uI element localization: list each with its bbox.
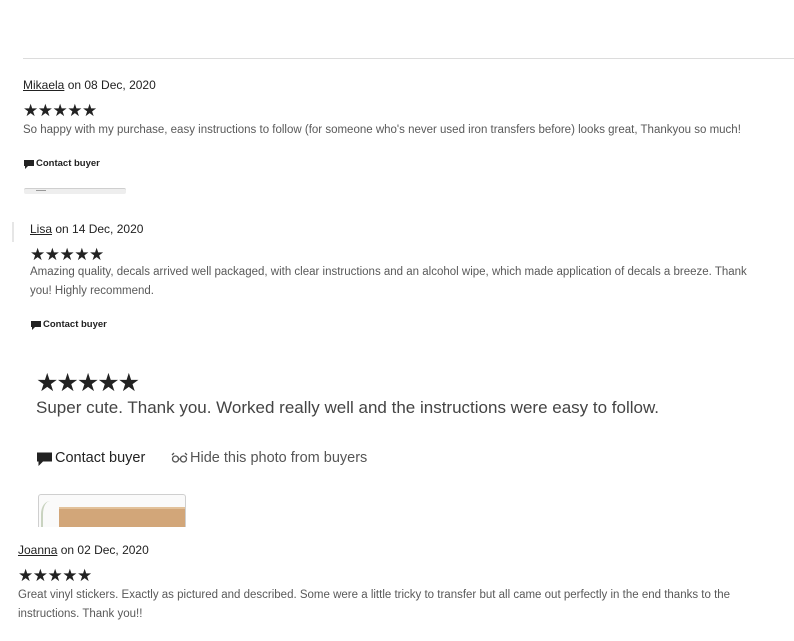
star-rating: ★★★★★ xyxy=(23,101,97,120)
eye-slash-icon xyxy=(171,452,188,463)
review-photo-thumbnail[interactable] xyxy=(24,188,126,194)
featured-contact-buyer-button[interactable]: Contact buyer xyxy=(37,450,145,466)
review-photo[interactable] xyxy=(38,494,186,527)
review-meta: Joanna on 02 Dec, 2020 xyxy=(18,543,149,557)
contact-buyer-button[interactable]: Contact buyer xyxy=(31,319,107,330)
carousel-edge xyxy=(12,222,14,242)
speech-bubble-icon xyxy=(24,159,34,169)
reviewer-name-link[interactable]: Joanna xyxy=(18,543,57,557)
review-meta: Lisa on 14 Dec, 2020 xyxy=(30,222,143,236)
reviewer-name-link[interactable]: Mikaela xyxy=(23,78,64,92)
review-text: So happy with my purchase, easy instruct… xyxy=(23,124,741,136)
speech-bubble-icon xyxy=(37,452,52,466)
hide-photo-button[interactable]: Hide this photo from buyers xyxy=(171,450,367,466)
review-date: on 08 Dec, 2020 xyxy=(64,78,156,92)
hide-photo-label: Hide this photo from buyers xyxy=(190,450,368,466)
star-rating: ★★★★★ xyxy=(30,245,104,264)
reviewer-name-link[interactable]: Lisa xyxy=(30,222,52,236)
review-date: on 14 Dec, 2020 xyxy=(52,222,144,236)
contact-buyer-label: Contact buyer xyxy=(43,319,107,330)
review-text: Great vinyl stickers. Exactly as picture… xyxy=(18,589,731,620)
top-divider xyxy=(23,58,794,59)
contact-buyer-label: Contact buyer xyxy=(55,450,146,466)
featured-review-text: Super cute. Thank you. Worked really wel… xyxy=(36,398,660,417)
review-meta: Mikaela on 08 Dec, 2020 xyxy=(23,78,156,92)
speech-bubble-icon xyxy=(31,320,41,330)
photo-plant-detail xyxy=(41,501,59,527)
photo-wood-detail xyxy=(59,507,185,527)
contact-buyer-label: Contact buyer xyxy=(36,158,100,169)
review-date: on 02 Dec, 2020 xyxy=(57,543,149,557)
review-text: Amazing quality, decals arrived well pac… xyxy=(30,266,747,297)
featured-star-rating: ★★★★★ xyxy=(36,369,140,397)
star-rating: ★★★★★ xyxy=(18,566,92,585)
contact-buyer-button[interactable]: Contact buyer xyxy=(24,158,100,169)
